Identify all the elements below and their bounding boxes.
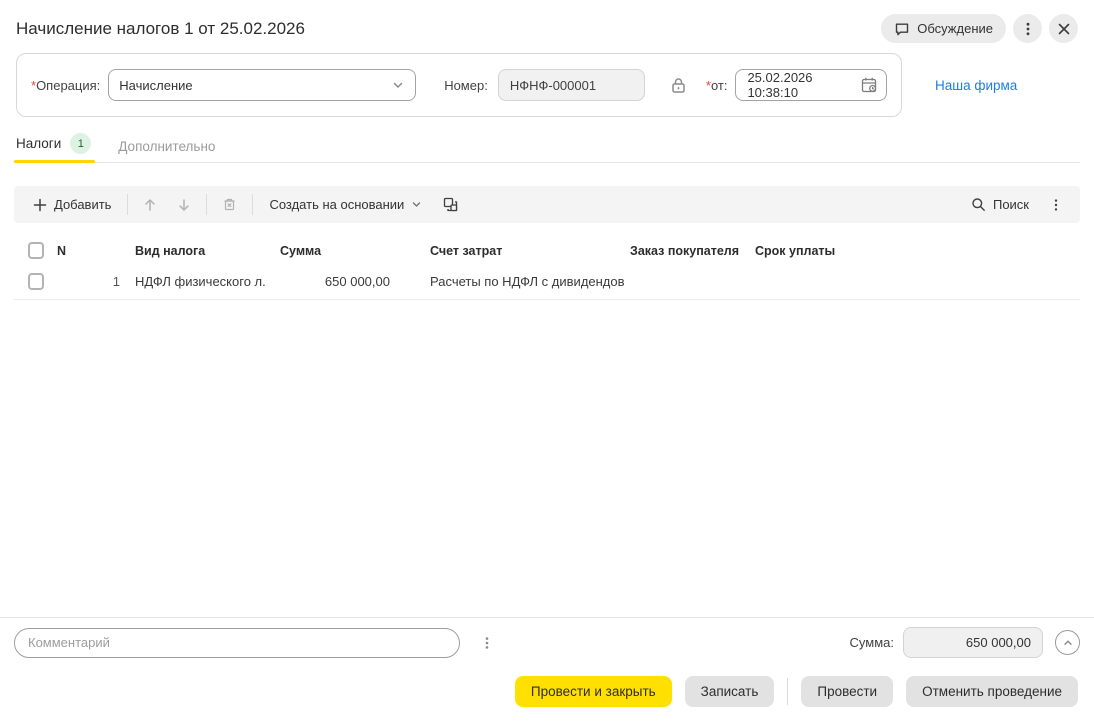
toolbar-separator bbox=[206, 194, 207, 215]
kebab-icon bbox=[1020, 21, 1036, 37]
header-panel: *Операция: Начисление Номер: НФНФ-000001… bbox=[16, 53, 902, 117]
footer-bar: Сумма: 650 000,00 bbox=[0, 617, 1094, 666]
plus-icon bbox=[33, 198, 47, 212]
lock-icon bbox=[669, 76, 688, 95]
tab-bar: Налоги 1 Дополнительно bbox=[14, 126, 1080, 163]
search-button[interactable]: Поиск bbox=[960, 190, 1040, 219]
table-header-row: N Вид налога Сумма Счет затрат Заказ пок… bbox=[14, 235, 1080, 268]
page-title: Начисление налогов 1 от 25.02.2026 bbox=[16, 19, 305, 39]
row-tax-type-cell[interactable]: НДФЛ физического л... bbox=[122, 274, 267, 289]
row-amount-cell[interactable]: 650 000,00 bbox=[267, 274, 417, 289]
action-separator bbox=[787, 678, 788, 705]
close-button[interactable] bbox=[1049, 14, 1078, 43]
operation-select[interactable]: Начисление bbox=[108, 69, 416, 101]
save-button[interactable]: Записать bbox=[685, 676, 775, 707]
total-field: 650 000,00 bbox=[903, 627, 1043, 658]
toolbar-separator bbox=[127, 194, 128, 215]
discussion-icon bbox=[894, 21, 910, 37]
total-value: 650 000,00 bbox=[966, 635, 1031, 650]
row-number-cell: 1 bbox=[44, 274, 122, 289]
toolbar-right: Поиск bbox=[960, 190, 1072, 219]
number-label: Номер: bbox=[444, 78, 488, 93]
row-checkbox-cell bbox=[14, 273, 44, 290]
number-field: НФНФ-000001 bbox=[498, 69, 645, 101]
select-all-cell bbox=[14, 242, 44, 259]
header-row: *Операция: Начисление Номер: НФНФ-000001… bbox=[16, 53, 1078, 117]
tab-taxes[interactable]: Налоги 1 bbox=[16, 126, 91, 162]
undo-posting-button[interactable]: Отменить проведение bbox=[906, 676, 1078, 707]
create-based-on-label: Создать на основании bbox=[269, 197, 404, 212]
chevron-up-icon bbox=[1062, 637, 1074, 649]
titlebar-actions: Обсуждение bbox=[881, 14, 1078, 43]
tab-additional-label: Дополнительно bbox=[118, 139, 215, 154]
date-label: *от: bbox=[706, 78, 728, 93]
column-header-n[interactable]: N bbox=[44, 244, 122, 258]
post-and-close-button[interactable]: Провести и закрыть bbox=[515, 676, 672, 707]
total-label: Сумма: bbox=[850, 635, 894, 650]
add-row-button[interactable]: Добавить bbox=[22, 190, 122, 219]
close-icon bbox=[1057, 22, 1071, 36]
comment-more-button[interactable] bbox=[471, 628, 503, 657]
discussion-label: Обсуждение bbox=[917, 21, 993, 36]
number-value: НФНФ-000001 bbox=[510, 78, 596, 93]
kebab-icon bbox=[1049, 198, 1063, 212]
kebab-icon bbox=[480, 636, 494, 650]
row-expense-account-cell[interactable]: Расчеты по НДФЛ с дивидендов bbox=[417, 274, 617, 289]
calendar-clock-icon[interactable] bbox=[860, 76, 878, 94]
toolbar-separator bbox=[252, 194, 253, 215]
column-header-customer-order[interactable]: Заказ покупателя bbox=[617, 244, 742, 258]
column-header-due-date[interactable]: Срок уплаты bbox=[742, 244, 1080, 258]
operation-value: Начисление bbox=[119, 78, 192, 93]
toolbar-more-button[interactable] bbox=[1040, 190, 1072, 219]
content-spacer bbox=[0, 300, 1094, 617]
move-up-button[interactable] bbox=[133, 190, 167, 219]
search-label: Поиск bbox=[993, 197, 1029, 212]
chevron-down-icon bbox=[391, 78, 405, 92]
more-menu-button[interactable] bbox=[1013, 14, 1042, 43]
related-documents-button[interactable] bbox=[433, 190, 468, 219]
delete-row-button[interactable] bbox=[212, 190, 247, 219]
table-toolbar: Добавить Создать на основании По bbox=[14, 186, 1080, 223]
chevron-down-small-icon bbox=[411, 199, 422, 210]
operation-label: *Операция: bbox=[31, 78, 100, 93]
titlebar: Начисление налогов 1 от 25.02.2026 Обсуж… bbox=[0, 0, 1094, 51]
select-all-checkbox[interactable] bbox=[28, 242, 44, 259]
firm-link[interactable]: Наша фирма bbox=[935, 78, 1017, 93]
discussion-button[interactable]: Обсуждение bbox=[881, 14, 1006, 43]
column-header-tax-type[interactable]: Вид налога bbox=[122, 244, 267, 258]
footer-total: Сумма: 650 000,00 bbox=[850, 627, 1080, 658]
collapse-footer-button[interactable] bbox=[1055, 630, 1080, 655]
column-header-amount[interactable]: Сумма bbox=[267, 244, 417, 258]
post-button[interactable]: Провести bbox=[801, 676, 893, 707]
move-down-button[interactable] bbox=[167, 190, 201, 219]
arrow-up-icon bbox=[142, 197, 158, 213]
date-input[interactable]: 25.02.2026 10:38:10 bbox=[735, 69, 887, 101]
tab-taxes-label: Налоги bbox=[16, 136, 61, 151]
table-row[interactable]: 1 НДФЛ физического л... 650 000,00 Расче… bbox=[14, 268, 1080, 300]
column-header-expense-account[interactable]: Счет затрат bbox=[417, 244, 617, 258]
related-documents-icon bbox=[442, 196, 459, 213]
tab-taxes-badge: 1 bbox=[70, 133, 91, 154]
arrow-down-icon bbox=[176, 197, 192, 213]
date-value: 25.02.2026 10:38:10 bbox=[747, 70, 853, 100]
search-icon bbox=[971, 197, 986, 212]
comment-input[interactable] bbox=[14, 628, 460, 658]
action-bar: Провести и закрыть Записать Провести Отм… bbox=[0, 666, 1094, 723]
row-checkbox[interactable] bbox=[28, 273, 44, 290]
tab-additional[interactable]: Дополнительно bbox=[118, 132, 215, 162]
trash-icon bbox=[221, 196, 238, 213]
add-row-label: Добавить bbox=[54, 197, 111, 212]
create-based-on-button[interactable]: Создать на основании bbox=[258, 190, 433, 219]
taxes-table: N Вид налога Сумма Счет затрат Заказ пок… bbox=[14, 235, 1080, 300]
